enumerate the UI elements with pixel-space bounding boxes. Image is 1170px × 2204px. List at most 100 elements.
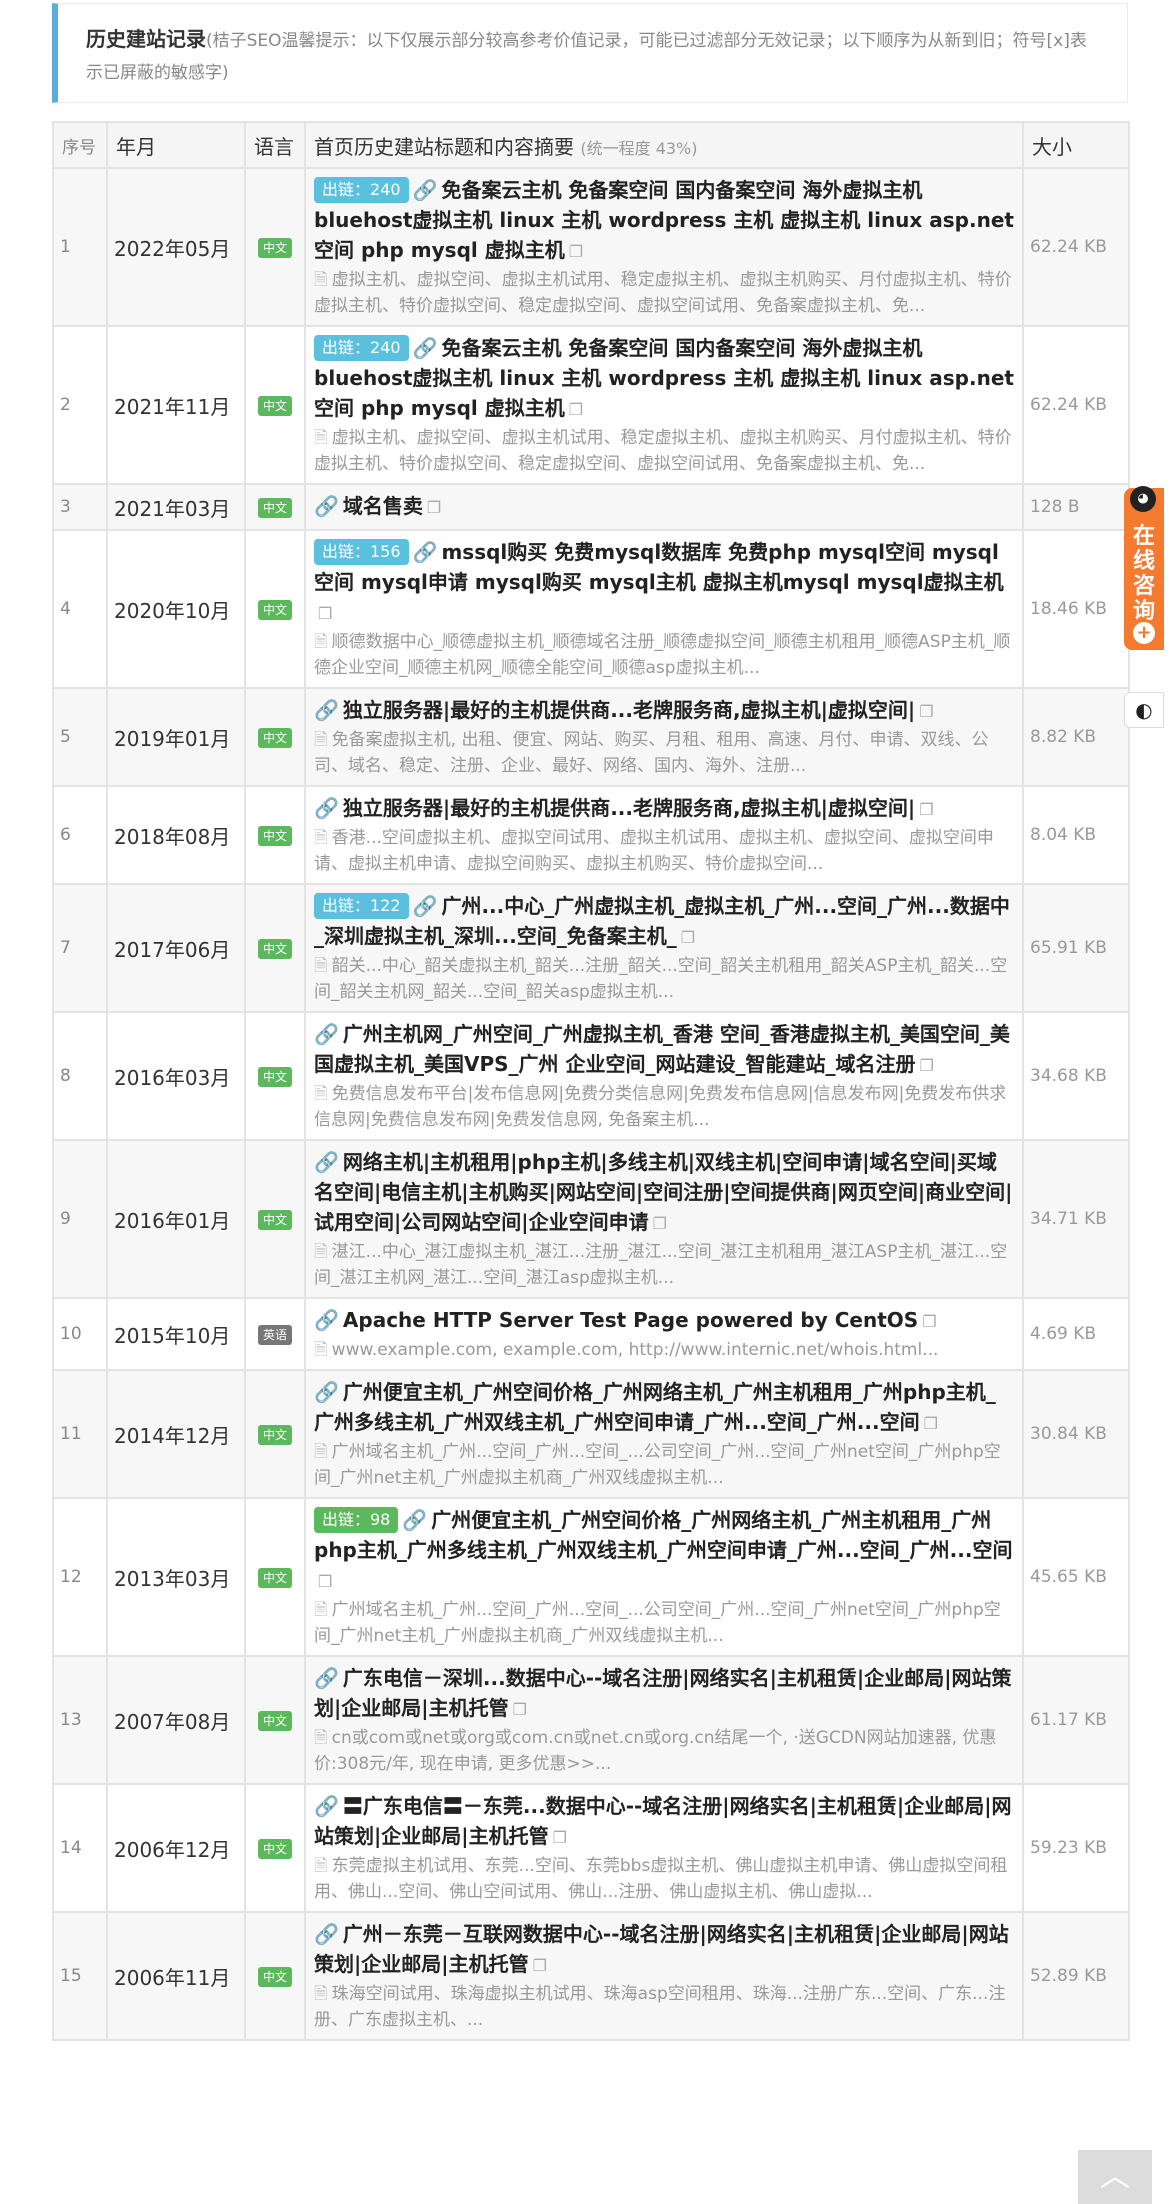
- row-content: 🔗 独立服务器|最好的主机提供商...老牌服务商,虚拟主机|虚拟空间| ❐ 🗎 香港..…: [304, 785, 1024, 885]
- row-seq: 15: [52, 1911, 108, 2041]
- snapshot-icon[interactable]: ❐: [513, 1700, 527, 1719]
- row-date: 2014年12月: [106, 1369, 246, 1499]
- row-size: 34.68 KB: [1022, 1011, 1130, 1141]
- outlink-badge[interactable]: 出链：156: [314, 539, 409, 565]
- row-title[interactable]: 广东电信－深圳...数据中心--域名注册|网络实名|主机租赁|企业邮局|网站策划…: [314, 1666, 1012, 1720]
- lang-badge: 中文: [257, 1710, 292, 1731]
- snapshot-icon[interactable]: ❐: [919, 800, 933, 819]
- row-summary: 韶关...中心_韶关虚拟主机_韶关...注册_韶关...空间_韶关主机租用_韶关…: [314, 956, 1008, 1002]
- lang-badge: 中文: [257, 395, 292, 416]
- outlink-badge[interactable]: 出链：122: [314, 893, 409, 919]
- row-date: 2019年01月: [106, 687, 246, 787]
- row-title[interactable]: 域名售卖: [343, 494, 423, 518]
- col-header-date: 年月: [106, 121, 246, 169]
- table-row: 12 2013年03月 中文 出链：98 🔗 广州便宜主机_广州空间价格_广州网络主机_广…: [52, 1497, 1130, 1657]
- col-header-size: 大小: [1022, 121, 1130, 169]
- link-icon[interactable]: 🔗: [314, 698, 339, 722]
- snapshot-icon[interactable]: ❐: [569, 400, 583, 419]
- table-row: 3 2021年03月 中文 🔗 域名售卖 ❐ 128 B: [52, 483, 1130, 531]
- row-size: 59.23 KB: [1022, 1783, 1130, 1913]
- snapshot-icon[interactable]: ❐: [318, 604, 332, 623]
- link-icon[interactable]: 🔗: [402, 1508, 427, 1532]
- similarity-label: (统一程度 43%): [580, 138, 698, 158]
- document-icon: 🗎: [314, 270, 328, 290]
- row-date: 2020年10月: [106, 529, 246, 689]
- row-title[interactable]: 独立服务器|最好的主机提供商...老牌服务商,虚拟主机|虚拟空间|: [343, 698, 915, 722]
- row-content: 出链：240 🔗 免备案云主机 免备案空间 国内备案空间 海外虚拟主机 blueho…: [304, 325, 1024, 485]
- table-row: 6 2018年08月 中文 🔗 独立服务器|最好的主机提供商...老牌服务商,虚拟主机|…: [52, 785, 1130, 885]
- link-icon[interactable]: 🔗: [413, 336, 438, 360]
- row-content: 🔗 广州－东莞－互联网数据中心--域名注册|网络实名|主机租赁|企业邮局|网站策划…: [304, 1911, 1024, 2041]
- contrast-toggle-button[interactable]: ◐: [1124, 692, 1164, 728]
- back-to-top-button[interactable]: ︿: [1078, 2150, 1152, 2204]
- row-content: 出链：156 🔗 mssql购买 免费mysql数据库 免费php mysql空间 …: [304, 529, 1024, 689]
- link-icon[interactable]: 🔗: [413, 540, 438, 564]
- row-seq: 13: [52, 1655, 108, 1785]
- document-icon: 🗎: [314, 632, 328, 652]
- link-icon[interactable]: 🔗: [413, 178, 438, 202]
- lang-badge: 中文: [257, 237, 292, 258]
- row-title[interactable]: 〓广东电信〓－东莞...数据中心--域名注册|网络实名|主机租赁|企业邮局|网站…: [314, 1794, 1012, 1848]
- lang-badge: 英语: [257, 1324, 292, 1345]
- row-date: 2016年03月: [106, 1011, 246, 1141]
- row-size: 30.84 KB: [1022, 1369, 1130, 1499]
- link-icon[interactable]: 🔗: [314, 1022, 339, 1046]
- lang-badge: 中文: [257, 1838, 292, 1859]
- snapshot-icon[interactable]: ❐: [922, 1312, 936, 1331]
- row-content: 🔗 〓广东电信〓－东莞...数据中心--域名注册|网络实名|主机租赁|企业邮局|网…: [304, 1783, 1024, 1913]
- table-row: 2 2021年11月 中文 出链：240 🔗 免备案云主机 免备案空间 国内备案空间 海外…: [52, 325, 1130, 485]
- row-seq: 11: [52, 1369, 108, 1499]
- lang-badge: 中文: [257, 1209, 292, 1230]
- snapshot-icon[interactable]: ❐: [924, 1414, 938, 1433]
- link-icon[interactable]: 🔗: [314, 1922, 339, 1946]
- link-icon[interactable]: 🔗: [413, 894, 438, 918]
- row-title[interactable]: 广州－东莞－互联网数据中心--域名注册|网络实名|主机租赁|企业邮局|网站策划|…: [314, 1922, 1009, 1976]
- link-icon[interactable]: 🔗: [314, 1794, 339, 1818]
- row-summary: www.example.com, example.com, http://www…: [331, 1340, 939, 1360]
- online-consult-button[interactable]: ◕ 在线咨询 +: [1124, 486, 1164, 650]
- row-size: 52.89 KB: [1022, 1911, 1130, 2041]
- row-size: 61.17 KB: [1022, 1655, 1130, 1785]
- col-header-title-label: 首页历史建站标题和内容摘要: [314, 134, 574, 159]
- link-icon[interactable]: 🔗: [314, 494, 339, 518]
- link-icon[interactable]: 🔗: [314, 1308, 339, 1332]
- snapshot-icon[interactable]: ❐: [553, 1828, 567, 1847]
- row-summary: 香港...空间虚拟主机、虚拟空间试用、虚拟主机试用、虚拟主机、虚拟空间、虚拟空间…: [314, 828, 994, 874]
- document-icon: 🗎: [314, 828, 328, 848]
- snapshot-icon[interactable]: ❐: [569, 242, 583, 261]
- row-date: 2015年10月: [106, 1297, 246, 1371]
- qq-penguin-icon: ◕: [1130, 486, 1156, 512]
- table-row: 1 2022年05月 中文 出链：240 🔗 免备案云主机 免备案空间 国内备案空间 海外…: [52, 167, 1130, 327]
- row-summary: 东莞虚拟主机试用、东莞...空间、东莞bbs虚拟主机、佛山虚拟主机申请、佛山虚拟…: [314, 1856, 1008, 1902]
- link-icon[interactable]: 🔗: [314, 1150, 339, 1174]
- snapshot-icon[interactable]: ❐: [681, 928, 695, 947]
- outlink-badge[interactable]: 出链：240: [314, 177, 409, 203]
- row-seq: 5: [52, 687, 108, 787]
- link-icon[interactable]: 🔗: [314, 796, 339, 820]
- row-seq: 9: [52, 1139, 108, 1299]
- row-summary: 免备案虚拟主机, 出租、便宜、网站、购买、月租、租用、高速、月付、申请、双线、公…: [314, 730, 989, 776]
- outlink-badge[interactable]: 出链：240: [314, 335, 409, 361]
- outlink-badge[interactable]: 出链：98: [314, 1507, 399, 1533]
- row-title[interactable]: 广州便宜主机_广州空间价格_广州网络主机_广州主机租用_广州php主机_广州多线…: [314, 1380, 996, 1434]
- snapshot-icon[interactable]: ❐: [919, 702, 933, 721]
- row-content: 🔗 广州便宜主机_广州空间价格_广州网络主机_广州主机租用_广州php主机_广州多…: [304, 1369, 1024, 1499]
- lang-badge: 中文: [257, 1066, 292, 1087]
- row-title[interactable]: 广州主机网_广州空间_广州虚拟主机_香港 空间_香港虚拟主机_美国空间_美国虚拟…: [314, 1022, 1010, 1076]
- snapshot-icon[interactable]: ❐: [920, 1056, 934, 1075]
- snapshot-icon[interactable]: ❐: [533, 1956, 547, 1975]
- lang-badge: 中文: [257, 1966, 292, 1987]
- table-row: 8 2016年03月 中文 🔗 广州主机网_广州空间_广州虚拟主机_香港 空间_香港虚拟…: [52, 1011, 1130, 1141]
- snapshot-icon[interactable]: ❐: [653, 1214, 667, 1233]
- link-icon[interactable]: 🔗: [314, 1666, 339, 1690]
- snapshot-icon[interactable]: ❐: [427, 498, 441, 517]
- lang-badge: 中文: [257, 497, 292, 518]
- link-icon[interactable]: 🔗: [314, 1380, 339, 1404]
- notice-desc: (桔子SEO温馨提示：以下仅展示部分较高参考价值记录，可能已过滤部分无效记录；以…: [86, 31, 1087, 83]
- row-date: 2006年12月: [106, 1783, 246, 1913]
- snapshot-icon[interactable]: ❐: [318, 1572, 332, 1591]
- lang-badge: 中文: [257, 599, 292, 620]
- table-row: 15 2006年11月 中文 🔗 广州－东莞－互联网数据中心--域名注册|网络实名|主机…: [52, 1911, 1130, 2041]
- row-title[interactable]: 独立服务器|最好的主机提供商...老牌服务商,虚拟主机|虚拟空间|: [343, 796, 915, 820]
- row-title[interactable]: Apache HTTP Server Test Page powered by …: [343, 1308, 918, 1332]
